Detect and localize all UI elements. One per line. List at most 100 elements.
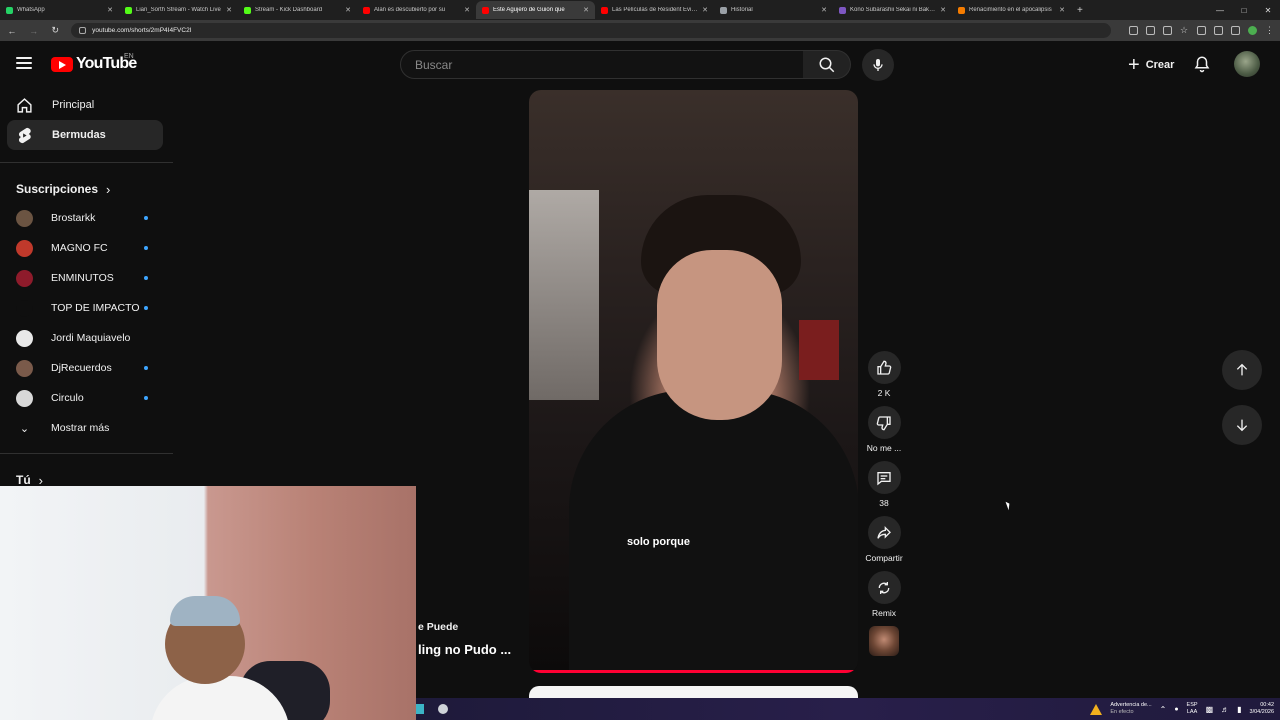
channel-avatar [16, 299, 33, 317]
language-indicator[interactable]: ESP LAA [1187, 702, 1198, 716]
search-button[interactable] [803, 50, 851, 79]
translate-icon[interactable] [1129, 26, 1139, 35]
search-icon [819, 57, 834, 72]
menu-dots-icon[interactable]: ⋮ [1265, 26, 1274, 35]
browser-tab[interactable]: Renacimiento en el apocalipsis ✕ [952, 1, 1071, 19]
site-info-icon[interactable] [79, 27, 87, 34]
minimize-icon[interactable]: — [1208, 6, 1232, 15]
subscription-item[interactable]: Jordi Maquiavelo [0, 323, 160, 353]
browser-tab[interactable]: Stream - Kick Dashboard ✕ [238, 1, 357, 19]
tab-close-icon[interactable]: ✕ [226, 6, 232, 14]
tray-chevron-icon[interactable]: ⌃ [1160, 705, 1167, 714]
browser-tab[interactable]: WhatsApp ✕ [0, 1, 119, 19]
webcam-overlay [0, 486, 416, 720]
subscription-item[interactable]: Brostarkk [0, 203, 160, 233]
browser-tab[interactable]: Historial ✕ [714, 1, 833, 19]
tab-favicon-icon [720, 6, 727, 14]
home-icon [16, 97, 33, 114]
comments-button[interactable] [867, 461, 901, 494]
like-button[interactable] [867, 351, 901, 384]
show-more-button[interactable]: ⌄ Mostrar más [0, 413, 160, 443]
close-window-icon[interactable]: ✕ [1256, 6, 1280, 15]
cast-icon[interactable] [1163, 26, 1173, 35]
warning-notice[interactable]: Advertencia de... En efecto [1110, 702, 1151, 716]
channel-avatar [16, 239, 33, 257]
downloads-icon[interactable] [1214, 26, 1224, 35]
volume-icon[interactable]: ♬ [1221, 705, 1229, 714]
share-button[interactable] [867, 516, 901, 549]
channel-avatar [16, 269, 33, 287]
remix-button[interactable] [867, 571, 901, 604]
address-bar: ← → ↻ youtube.com/shorts/2mP4I4FVC2I ☆ ⋮ [0, 20, 1280, 41]
maximize-icon[interactable]: □ [1232, 6, 1256, 15]
split-view-icon[interactable] [1231, 26, 1241, 35]
network-icon[interactable]: ▩ [1206, 705, 1214, 714]
tab-list: WhatsApp ✕ Lian_Sorth Stream - Watch Live ✕… [0, 1, 1071, 19]
microphone-tray-icon[interactable]: ● [1174, 706, 1178, 713]
tab-close-icon[interactable]: ✕ [940, 6, 946, 14]
tab-close-icon[interactable]: ✕ [583, 6, 589, 14]
browser-toolbar-icons: ☆ ⋮ [1129, 26, 1274, 35]
next-short-button[interactable] [1222, 405, 1262, 445]
mouse-cursor [1005, 500, 1012, 511]
tab-close-icon[interactable]: ✕ [821, 6, 827, 14]
audio-source-thumbnail[interactable] [869, 626, 899, 656]
tab-close-icon[interactable]: ✕ [702, 6, 708, 14]
subscription-item[interactable]: MAGNO FC [0, 233, 160, 263]
tab-close-icon[interactable]: ✕ [1059, 6, 1065, 14]
subscriptions-header[interactable]: Suscripciones › [0, 175, 175, 203]
profile-icon[interactable] [1248, 26, 1258, 35]
channel-avatar [16, 329, 33, 347]
extensions-icon[interactable] [1197, 26, 1207, 35]
previous-short-button[interactable] [1222, 350, 1262, 390]
subscription-item[interactable]: TOP DE IMPACTO [0, 293, 160, 323]
voice-search-button[interactable] [862, 49, 894, 81]
thumbs-down-icon [876, 415, 891, 430]
new-content-dot [144, 246, 148, 250]
browser-tab[interactable]: Alan es descubierto por su ✕ [357, 1, 476, 19]
browser-tab[interactable]: Kono Subarashii Sekai ni Bakuen ✕ [833, 1, 952, 19]
tab-label: Lian_Sorth Stream - Watch Live [136, 7, 221, 13]
battery-icon[interactable]: ▮ [1237, 705, 1241, 714]
video-person-shirt [569, 390, 858, 673]
sidebar-divider [0, 453, 173, 454]
tab-close-icon[interactable]: ✕ [464, 6, 470, 14]
browser-tab[interactable]: Las Películas de Resident Evil N ✕ [595, 1, 714, 19]
back-icon[interactable]: ← [6, 26, 18, 36]
tab-close-icon[interactable]: ✕ [345, 6, 351, 14]
tab-favicon-icon [482, 6, 489, 14]
subscription-item[interactable]: DjRecuerdos [0, 353, 160, 383]
obs-icon[interactable] [438, 704, 448, 714]
shorts-video-player[interactable]: solo porque [529, 90, 858, 673]
sidebar-item-label: Bermudas [52, 129, 106, 141]
search-input[interactable] [415, 57, 789, 72]
subscription-item[interactable]: Circulo [0, 383, 160, 413]
video-progress-bar[interactable] [529, 670, 858, 673]
new-tab-button[interactable]: + [1077, 5, 1083, 16]
tab-close-icon[interactable]: ✕ [107, 6, 113, 14]
account-avatar[interactable] [1234, 51, 1260, 77]
browser-tab[interactable]: Este Agujero de Guion que ✕ [476, 1, 595, 19]
sidebar-item-home[interactable]: Principal [7, 90, 163, 120]
notifications-button[interactable] [1193, 54, 1211, 79]
taskbar-app-icon[interactable] [416, 704, 424, 714]
clock[interactable]: 00:42 3/04/2026 [1250, 702, 1274, 716]
zoom-icon[interactable] [1146, 26, 1156, 35]
subscription-item[interactable]: ENMINUTOS [0, 263, 160, 293]
url-field[interactable]: youtube.com/shorts/2mP4I4FVC2I [71, 23, 1112, 38]
bookmark-star-icon[interactable]: ☆ [1180, 26, 1189, 35]
create-button[interactable]: + Crear [1116, 50, 1186, 79]
channel-name: Circulo [51, 392, 84, 404]
browser-tab[interactable]: Lian_Sorth Stream - Watch Live ✕ [119, 1, 238, 19]
channel-avatar [16, 389, 33, 407]
reload-icon[interactable]: ↻ [49, 25, 61, 36]
sidebar-item-shorts[interactable]: Bermudas [7, 120, 163, 150]
sidebar-divider [0, 162, 173, 163]
remix-action: Remix [862, 571, 906, 618]
dislike-button[interactable] [867, 406, 901, 439]
warning-icon[interactable] [1090, 703, 1103, 715]
tab-label: Alan es descubierto por su [374, 7, 446, 13]
menu-hamburger-icon[interactable] [16, 57, 32, 69]
forward-icon[interactable]: → [28, 26, 40, 36]
video-caption: solo porque [627, 536, 690, 548]
